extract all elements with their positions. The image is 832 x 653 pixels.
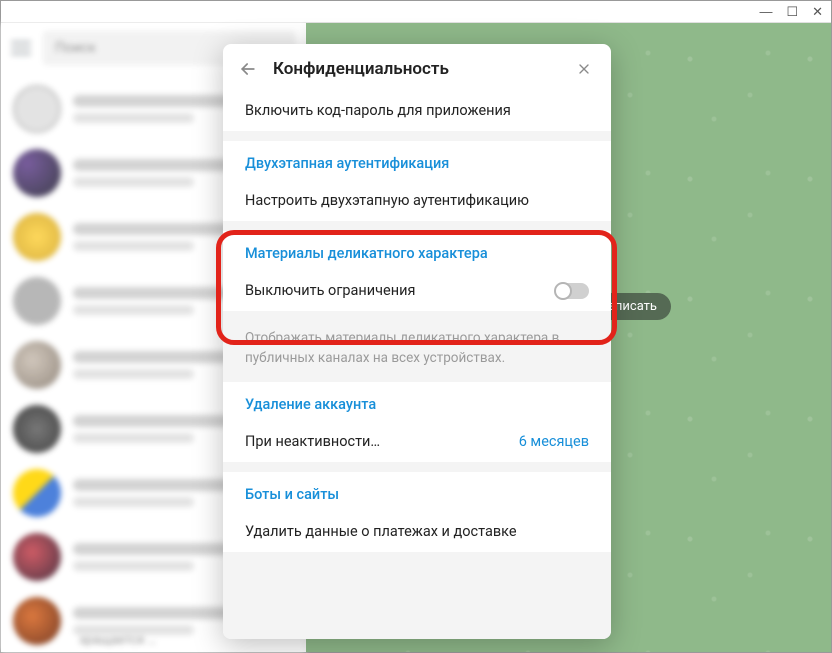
avatar: [13, 405, 61, 453]
section-sensitive-content: Материалы деликатного характера Выключит…: [223, 231, 611, 311]
minimize-button[interactable]: —: [759, 5, 772, 18]
avatar: [13, 341, 61, 389]
avatar: [13, 533, 61, 581]
inactivity-label: При неактивности…: [245, 433, 380, 450]
sensitive-heading: Материалы деликатного характера: [223, 231, 611, 270]
sensitive-description: Отображать материалы деликатного характе…: [223, 321, 611, 382]
inactivity-value: 6 месяцев: [519, 433, 589, 450]
delete-account-heading: Удаление аккаунта: [223, 382, 611, 421]
section-passcode: Включить код-пароль для приложения: [223, 90, 611, 131]
avatar: [13, 469, 61, 517]
avatar: [13, 85, 61, 133]
titlebar: — ☐ ✕: [1, 1, 831, 23]
modal-body[interactable]: Включить код-пароль для приложения Двухэ…: [223, 90, 611, 639]
passcode-row[interactable]: Включить код-пароль для приложения: [223, 90, 611, 131]
section-bots: Боты и сайты Удалить данные о платежах и…: [223, 472, 611, 552]
bots-heading: Боты и сайты: [223, 472, 611, 511]
clear-payment-row[interactable]: Удалить данные о платежах и доставке: [223, 511, 611, 552]
modal-title: Конфиденциальность: [273, 59, 559, 79]
disable-filtering-label: Выключить ограничения: [245, 282, 415, 299]
two-step-heading: Двухэтапная аутентификация: [223, 141, 611, 180]
app-window: — ☐ ✕ Поиск зращается …: [0, 0, 832, 653]
chat-preview-text: зращается …: [79, 633, 156, 648]
toggle-knob: [554, 282, 572, 300]
inactivity-row[interactable]: При неактивности… 6 месяцев: [223, 421, 611, 462]
two-step-row[interactable]: Настроить двухэтапную аутентификацию: [223, 180, 611, 221]
disable-filtering-toggle[interactable]: [555, 283, 589, 299]
avatar: [13, 149, 61, 197]
section-two-step: Двухэтапная аутентификация Настроить дву…: [223, 141, 611, 221]
privacy-settings-modal: Конфиденциальность Включить код-пароль д…: [223, 44, 611, 639]
disable-filtering-row[interactable]: Выключить ограничения: [223, 270, 611, 311]
section-delete-account: Удаление аккаунта При неактивности… 6 ме…: [223, 382, 611, 462]
hamburger-menu-icon[interactable]: [11, 41, 31, 55]
avatar: [13, 213, 61, 261]
maximize-button[interactable]: ☐: [786, 5, 798, 18]
modal-header: Конфиденциальность: [223, 44, 611, 90]
close-button[interactable]: [573, 58, 595, 80]
window-close-button[interactable]: ✕: [812, 5, 823, 18]
back-button[interactable]: [237, 58, 259, 80]
avatar: [13, 597, 61, 645]
avatar: [13, 277, 61, 325]
